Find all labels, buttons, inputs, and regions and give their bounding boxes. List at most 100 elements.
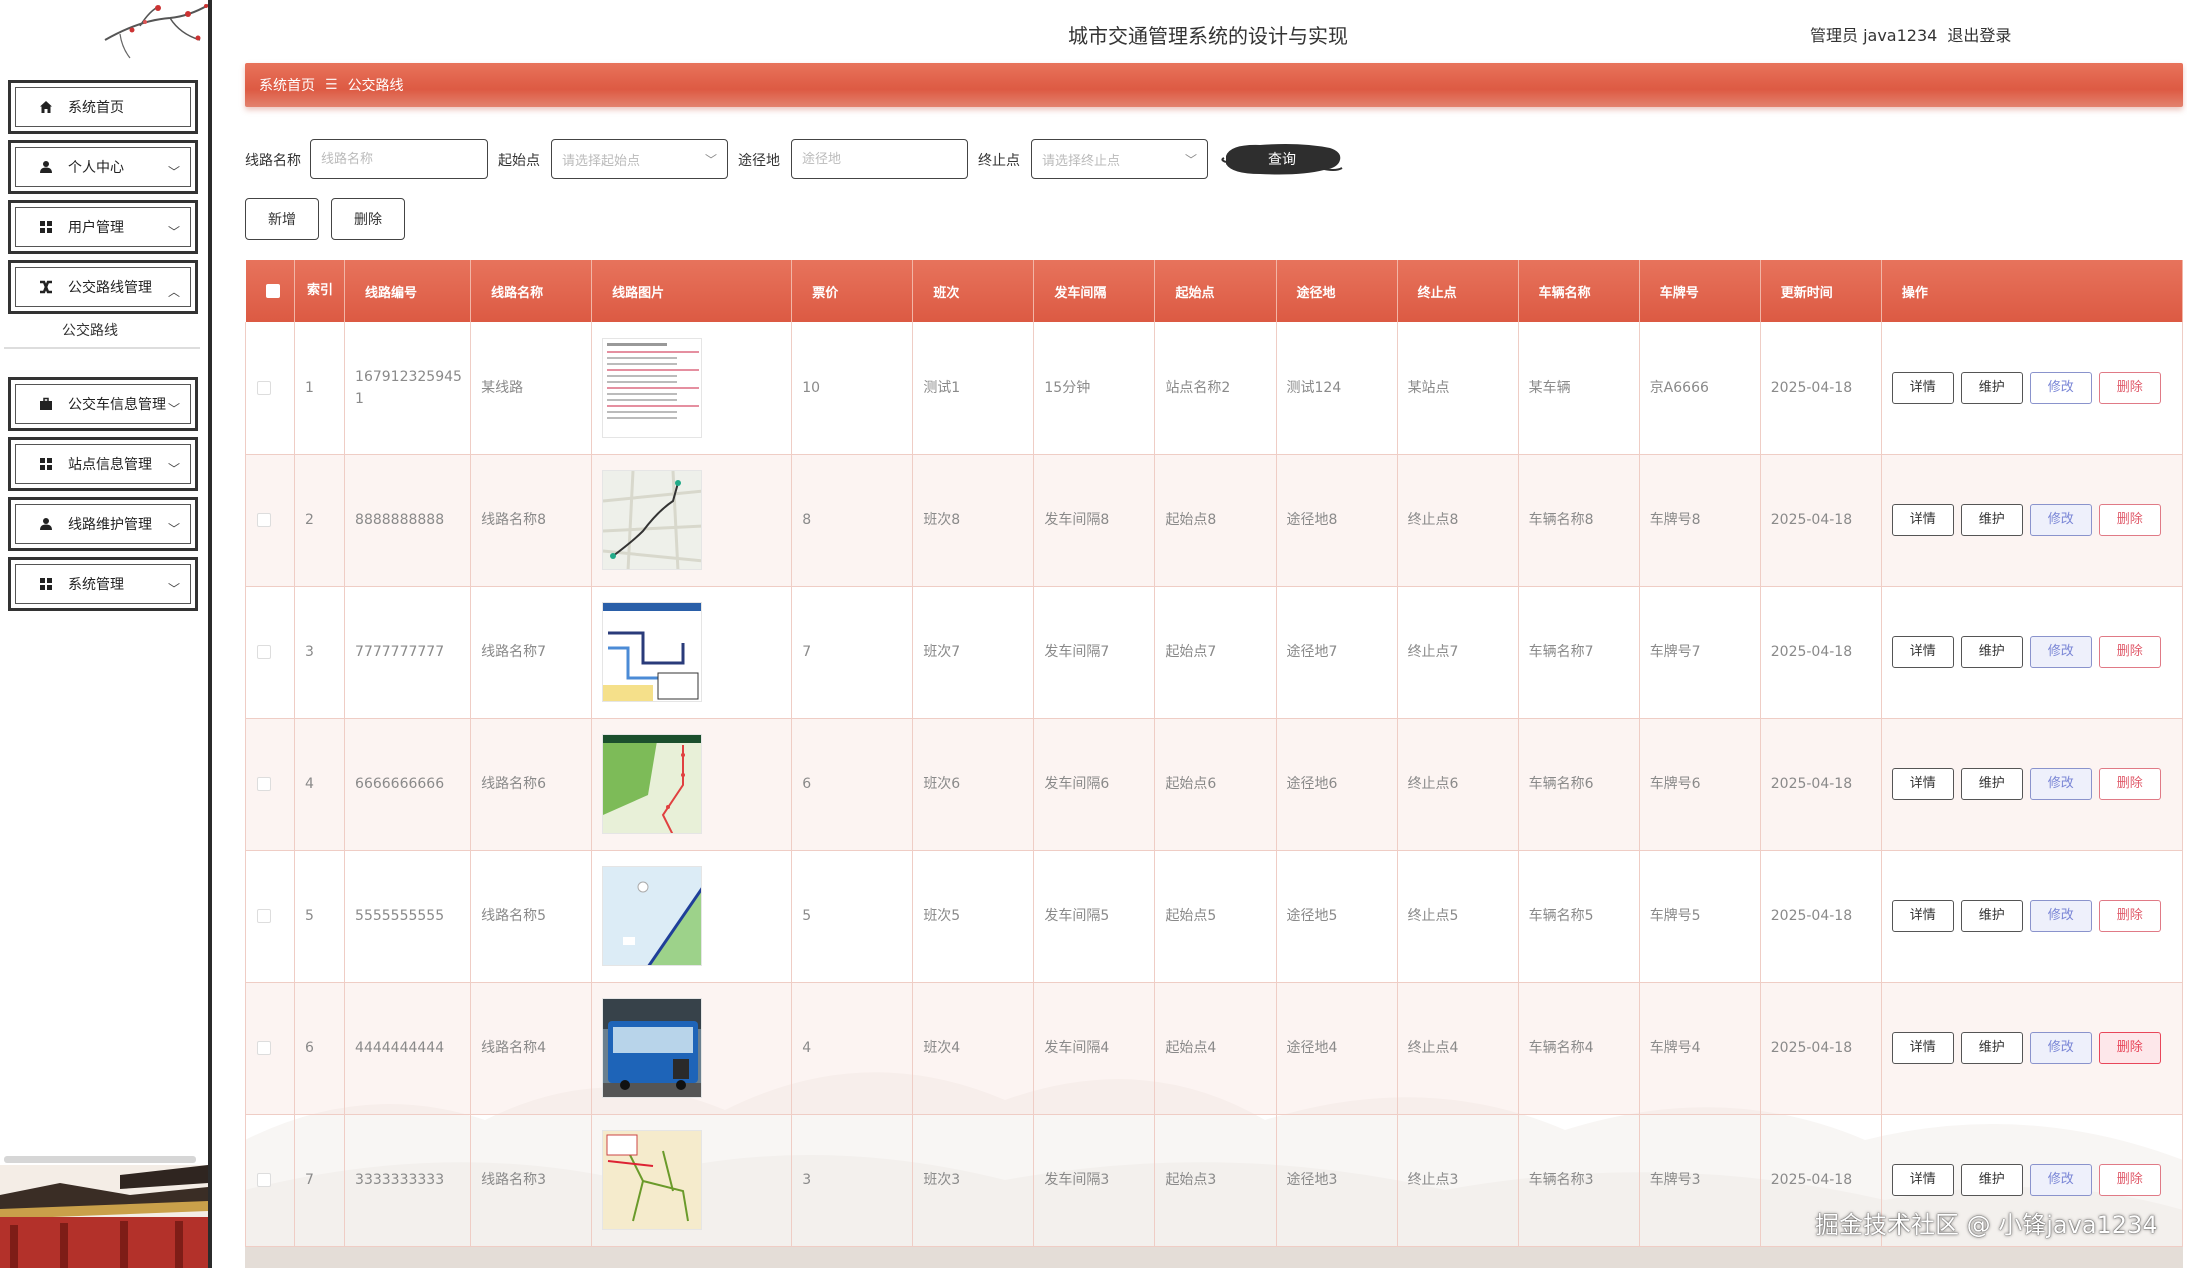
cell-updated: 2025-04-18: [1760, 454, 1882, 587]
row-checkbox[interactable]: [257, 909, 271, 923]
delete-row-button[interactable]: 删除: [2098, 636, 2161, 668]
cell-plate: 车牌号5: [1639, 850, 1761, 983]
via-input[interactable]: [791, 139, 968, 179]
sidebar-item[interactable]: 系统管理 ﹀: [8, 557, 198, 611]
route-name-input[interactable]: [310, 139, 488, 179]
cell-vehicle: 车辆名称8: [1518, 454, 1640, 587]
search-button[interactable]: 查询: [1220, 138, 1344, 180]
cell-vehicle: 车辆名称5: [1518, 850, 1640, 983]
sidebar-item[interactable]: 线路维护管理 ﹀: [8, 497, 198, 551]
route-image-thumbnail[interactable]: [602, 337, 703, 438]
detail-button[interactable]: 详情: [1891, 1164, 1954, 1196]
sidebar-item-label: 站点信息管理: [68, 457, 152, 473]
page-title: 城市交通管理系统的设计与实现: [1068, 24, 1348, 48]
cell-start: 起始点8: [1154, 454, 1277, 587]
breadcrumb-home[interactable]: 系统首页: [259, 75, 315, 95]
grid-icon: [38, 219, 54, 235]
cell-updated: 2025-04-18: [1760, 718, 1882, 851]
cell-via: 途径地4: [1276, 982, 1398, 1115]
maintain-button[interactable]: 维护: [1960, 371, 2023, 404]
column-header: 车牌号: [1639, 260, 1761, 322]
table-row: 1 1679123259451 某线路 10 测试1 15分钟 站点名称2 测试124 某站点某…: [245, 322, 2183, 455]
maintain-button[interactable]: 维护: [1960, 504, 2023, 536]
cell-updated: 2025-04-18: [1760, 850, 1882, 983]
route-image-thumbnail[interactable]: [602, 998, 703, 1098]
plum-branch-decoration: [104, 3, 208, 59]
cell-shift: 班次5: [912, 850, 1035, 983]
end-select[interactable]: 请选择终止点 ﹀: [1031, 139, 1208, 179]
detail-button[interactable]: 详情: [1891, 504, 1954, 536]
detail-button[interactable]: 详情: [1891, 636, 1954, 668]
edit-button[interactable]: 修改: [2029, 900, 2092, 932]
delete-row-button[interactable]: 删除: [2098, 900, 2161, 932]
start-label: 起始点: [498, 153, 540, 169]
route-name-label: 线路名称: [245, 153, 301, 169]
row-checkbox[interactable]: [257, 645, 271, 659]
maintain-button[interactable]: 维护: [1960, 1032, 2023, 1064]
row-checkbox-cell[interactable]: [245, 1114, 296, 1247]
column-header: 索引: [294, 260, 346, 322]
route-image-thumbnail[interactable]: [602, 734, 703, 834]
cell-updated: 2025-04-18: [1760, 982, 1882, 1115]
breadcrumb-current: 公交路线: [347, 78, 404, 94]
table-row: 2 8888888888 线路名称8 8 班次8 发车间隔8 起始点8 途径地8 终止点8 车辆名…: [245, 454, 2183, 587]
delete-row-button[interactable]: 删除: [2098, 768, 2161, 800]
row-checkbox[interactable]: [257, 513, 271, 527]
cell-updated: 2025-04-18: [1760, 322, 1882, 455]
maintain-button[interactable]: 维护: [1960, 900, 2023, 932]
delete-row-button[interactable]: 删除: [2098, 371, 2161, 404]
table-row: 3 7777777777 线路名称7 7 班次7 发车间隔7 起始点7 途径地7 终止点7 车辆名…: [245, 586, 2183, 719]
cell-route-code: 8888888888: [344, 454, 472, 587]
sidebar-item[interactable]: 用户管理 ﹀: [8, 200, 198, 254]
row-checkbox[interactable]: [257, 380, 271, 395]
row-checkbox-cell[interactable]: [245, 322, 296, 455]
cell-route-code: 3333333333: [344, 1114, 472, 1247]
route-icon: [38, 279, 54, 295]
row-checkbox[interactable]: [257, 1041, 271, 1055]
route-image-thumbnail[interactable]: [602, 866, 703, 966]
cell-start: 起始点3: [1154, 1114, 1277, 1247]
detail-button[interactable]: 详情: [1891, 768, 1954, 800]
route-image-thumbnail[interactable]: [602, 1130, 703, 1230]
detail-button[interactable]: 详情: [1891, 1032, 1954, 1064]
row-checkbox[interactable]: [257, 1173, 271, 1187]
delete-row-button[interactable]: 删除: [2098, 504, 2161, 536]
sidebar-item[interactable]: 系统首页: [8, 80, 198, 134]
bus-route-table: 索引 线路编号 线路名称 线路图片 票价 班次 发车间隔 起始点 途径地 终止点…: [245, 260, 2183, 1247]
submenu-item-bus-route[interactable]: 公交路线: [62, 320, 118, 340]
row-checkbox-cell[interactable]: [245, 454, 296, 587]
maintain-button[interactable]: 维护: [1960, 1164, 2023, 1196]
row-checkbox-cell[interactable]: [245, 850, 296, 983]
maintain-button[interactable]: 维护: [1960, 768, 2023, 800]
delete-row-button[interactable]: 删除: [2098, 1032, 2161, 1064]
row-checkbox[interactable]: [257, 777, 271, 791]
edit-button[interactable]: 修改: [2029, 1164, 2092, 1196]
row-checkbox-cell[interactable]: [245, 982, 296, 1115]
sidebar-item[interactable]: 公交车信息管理 ﹀: [8, 377, 198, 431]
start-select[interactable]: 请选择起始点 ﹀: [551, 139, 728, 179]
detail-button[interactable]: 详情: [1891, 371, 1954, 404]
row-checkbox-cell[interactable]: [245, 718, 296, 851]
sidebar-scrollbar[interactable]: [4, 1156, 196, 1163]
sidebar-item[interactable]: 公交路线管理 ︿: [8, 260, 198, 314]
select-all-checkbox[interactable]: [245, 260, 296, 322]
sidebar-item[interactable]: 站点信息管理 ﹀: [8, 437, 198, 491]
add-button[interactable]: 新增: [245, 198, 319, 240]
route-image-thumbnail[interactable]: [602, 470, 703, 570]
watermark: 掘金技术社区 @ 小锋java1234: [1815, 1211, 2158, 1239]
edit-button[interactable]: 修改: [2029, 1032, 2092, 1064]
edit-button[interactable]: 修改: [2029, 504, 2092, 536]
edit-button[interactable]: 修改: [2029, 636, 2092, 668]
delete-button[interactable]: 删除: [331, 198, 405, 240]
edit-button[interactable]: 修改: [2029, 768, 2092, 800]
route-image-thumbnail[interactable]: [602, 602, 703, 702]
cell-price: 10: [791, 322, 914, 455]
sidebar-item[interactable]: 个人中心 ﹀: [8, 140, 198, 194]
cell-operations: 详情 维护 修改 删除: [1881, 322, 2183, 455]
delete-row-button[interactable]: 删除: [2098, 1164, 2161, 1196]
edit-button[interactable]: 修改: [2029, 371, 2092, 404]
logout-link[interactable]: 退出登录: [1947, 22, 2011, 46]
detail-button[interactable]: 详情: [1891, 900, 1954, 932]
maintain-button[interactable]: 维护: [1960, 636, 2023, 668]
row-checkbox-cell[interactable]: [245, 586, 296, 719]
